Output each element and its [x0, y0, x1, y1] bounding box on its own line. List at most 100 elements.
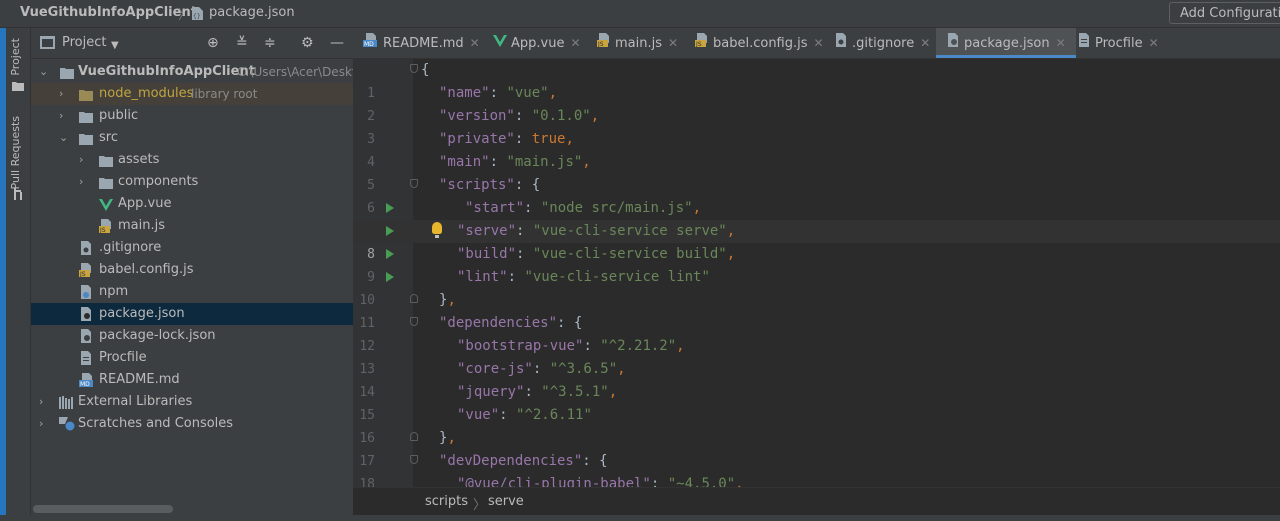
run-script-icon[interactable] [386, 272, 394, 282]
code-line[interactable]: 1 { [353, 59, 1280, 101]
editor-breadcrumbs: scripts 〉 serve [353, 487, 1280, 515]
code-line[interactable]: 15 "jquery": "^3.5.1", [353, 381, 1280, 423]
chevron-down-icon[interactable]: ▼ [111, 38, 119, 54]
fold-icon[interactable] [410, 432, 418, 441]
chevron-right-icon[interactable]: › [39, 391, 43, 413]
code-line[interactable]: 18 "devDependencies": { [353, 450, 1280, 487]
project-view-title[interactable]: Project [62, 35, 106, 50]
close-icon[interactable]: ✕ [1149, 36, 1159, 50]
code-line[interactable]: 4 "private": true, [353, 128, 1280, 170]
tool-window-strip: Project Pull Requests [6, 28, 31, 521]
lightbulb-icon[interactable] [432, 222, 442, 238]
tab-package-json[interactable]: package.json ✕ [936, 28, 1076, 58]
tree-item-package-json[interactable]: package.json [31, 303, 353, 325]
chevron-right-icon[interactable]: › [79, 149, 83, 171]
tree-item-external-libraries[interactable]: › External Libraries [31, 391, 353, 413]
tab-gitignore[interactable]: .gitignore ✕ [834, 28, 930, 58]
code-line[interactable]: 17 }, [353, 427, 1280, 469]
close-icon[interactable]: ✕ [570, 36, 580, 50]
code-line[interactable]: 9 "build": "vue-cli-service build", [353, 243, 1280, 285]
code-editor[interactable]: 1 { 2 "name": "vue", 3 "version": "0.1.0… [353, 59, 1280, 487]
code-line-current[interactable]: 8 "serve": "vue-cli-service serve", [353, 220, 1280, 262]
fold-icon[interactable] [410, 64, 418, 73]
code-line[interactable]: 16 "vue": "^2.6.11" [353, 404, 1280, 446]
breadcrumb-file[interactable]: package.json [209, 5, 295, 20]
fold-icon[interactable] [410, 294, 418, 303]
horizontal-scrollbar[interactable] [31, 503, 353, 515]
close-icon[interactable]: ✕ [814, 36, 824, 50]
expand-all-icon[interactable]: ≚ [236, 35, 248, 51]
breadcrumb-project[interactable]: VueGithubInfoAppClient [20, 5, 197, 20]
fold-icon[interactable] [410, 455, 418, 464]
add-configuration-button[interactable]: Add Configuration... [1169, 2, 1280, 24]
chevron-right-icon[interactable]: › [39, 413, 43, 435]
code-line[interactable]: 13 "bootstrap-vue": "^2.21.2", [353, 335, 1280, 377]
tab-readme[interactable]: MD README.md ✕ [363, 28, 480, 58]
tree-item-procfile[interactable]: Procfile [31, 347, 353, 369]
tree-item-scratches[interactable]: › Scratches and Consoles [31, 413, 353, 435]
gitignore-file-icon [834, 29, 848, 59]
chevron-right-icon[interactable]: › [59, 105, 63, 127]
tree-item-main-js[interactable]: JS main.js [31, 215, 353, 237]
pull-requests-tool-tab[interactable]: Pull Requests [9, 116, 29, 189]
tree-item-assets[interactable]: › assets [31, 149, 353, 171]
tree-item-src[interactable]: ⌄ src [31, 127, 353, 149]
run-script-icon[interactable] [386, 203, 394, 213]
chevron-down-icon[interactable]: ⌄ [39, 61, 48, 83]
tree-item-components[interactable]: › components [31, 171, 353, 193]
close-icon[interactable]: ✕ [668, 36, 678, 50]
json-file-icon [946, 29, 960, 59]
status-bar [0, 515, 1280, 521]
run-script-icon[interactable] [386, 249, 394, 259]
chevron-down-icon[interactable]: ⌄ [59, 127, 68, 149]
tab-main-js[interactable]: JS main.js ✕ [597, 28, 678, 58]
scratches-icon [59, 417, 75, 439]
svg-text:MD: MD [80, 381, 90, 387]
tree-item-package-lock-json[interactable]: package-lock.json [31, 325, 353, 347]
tree-item-babel-config[interactable]: JS babel.config.js [31, 259, 353, 281]
fold-icon[interactable] [410, 179, 418, 188]
code-line[interactable]: 19 "@vue/cli-plugin-babel": "~4.5.0", [353, 473, 1280, 487]
code-line[interactable]: 12 "dependencies": { [353, 312, 1280, 354]
tree-item-npm[interactable]: npm [31, 281, 353, 303]
project-tool-tab[interactable]: Project [9, 38, 29, 76]
tree-item-app-vue[interactable]: App.vue [31, 193, 353, 215]
close-icon[interactable]: ✕ [470, 36, 480, 50]
json-file-icon: {} [190, 6, 205, 25]
tree-item-gitignore[interactable]: .gitignore [31, 237, 353, 259]
tree-item-project-root[interactable]: ⌄ VueGithubInfoAppClient C:\Users\Acer\D… [31, 61, 357, 83]
collapse-all-icon[interactable]: ≑ [264, 35, 276, 51]
tree-item-node-modules[interactable]: › node_modules library root [31, 83, 353, 105]
chevron-right-icon[interactable]: › [79, 171, 83, 193]
code-line[interactable]: 5 "main": "main.js", [353, 151, 1280, 193]
tab-app-vue[interactable]: App.vue ✕ [493, 28, 581, 58]
javascript-file-icon: JS [695, 29, 709, 59]
tab-babel-config[interactable]: JS babel.config.js ✕ [695, 28, 824, 58]
tree-item-readme[interactable]: MD README.md [31, 369, 353, 391]
pull-request-icon [13, 188, 24, 204]
breadcrumb-serve[interactable]: serve [488, 494, 524, 509]
close-icon[interactable]: ✕ [1056, 36, 1066, 50]
editor-tab-bar: MD README.md ✕ App.vue ✕ JS main.js ✕ JS babel… [353, 28, 1280, 59]
locate-icon[interactable]: ⊕ [207, 35, 219, 51]
chevron-right-icon[interactable]: › [59, 83, 63, 105]
scrollbar-thumb[interactable] [33, 505, 173, 513]
code-line[interactable]: 3 "version": "0.1.0", [353, 105, 1280, 147]
minimize-icon[interactable]: — [330, 35, 344, 51]
tree-item-public[interactable]: › public [31, 105, 353, 127]
gear-icon[interactable]: ⚙ [301, 35, 314, 51]
markdown-file-icon: MD [363, 29, 379, 59]
code-line[interactable]: 11 }, [353, 289, 1280, 331]
svg-text:MD: MD [364, 41, 374, 47]
fold-icon[interactable] [410, 317, 418, 326]
code-line[interactable]: 2 "name": "vue", [353, 82, 1280, 124]
close-icon[interactable]: ✕ [920, 36, 930, 50]
breadcrumb-scripts[interactable]: scripts [425, 494, 468, 509]
code-line[interactable]: 7 "start": "node src/main.js", [353, 197, 1280, 239]
tab-procfile[interactable]: Procfile ✕ [1077, 28, 1159, 58]
code-line[interactable]: 6 "scripts": { [353, 174, 1280, 216]
code-line[interactable]: 10 "lint": "vue-cli-service lint" [353, 266, 1280, 308]
code-line[interactable]: 14 "core-js": "^3.6.5", [353, 358, 1280, 400]
project-folder-icon [40, 36, 55, 53]
run-script-icon[interactable] [386, 226, 394, 236]
